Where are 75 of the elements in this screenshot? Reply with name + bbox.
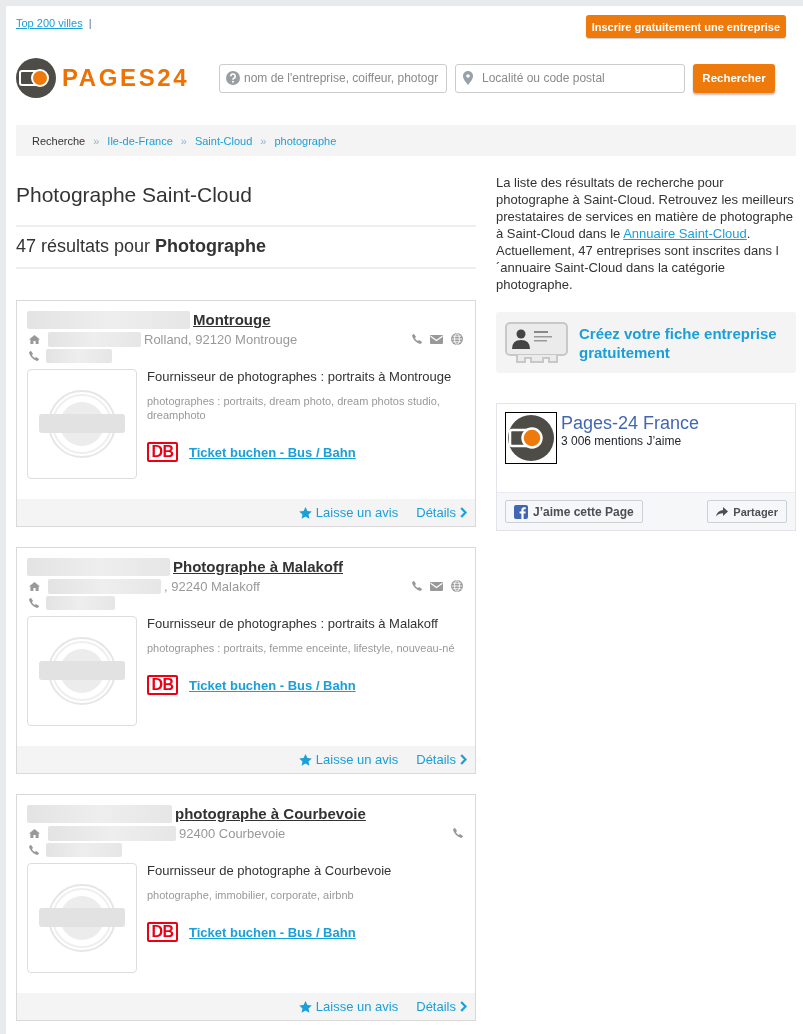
directory-link[interactable]: Annuaire Saint-Cloud [623,226,747,241]
tags-text: photographes : portraits, dream photo, dream photos studio, dreamphoto [147,394,441,422]
review-link[interactable]: Laisse un avis [298,999,399,1014]
facebook-icon [514,504,528,519]
details-link[interactable]: Détails [416,752,467,767]
chevron-right-icon [460,754,467,765]
phone-icon [29,351,39,361]
description-text: Fournisseur de photographe à Courbevoie [147,863,393,879]
search-field[interactable]: nom de l'entreprise, coiffeur, photogr [219,63,447,93]
phone-icon[interactable] [412,334,422,344]
envelope-icon[interactable] [430,334,443,344]
search-button[interactable]: Rechercher [693,63,775,93]
star-icon [298,506,312,519]
home-icon [29,581,40,591]
create-listing-banner[interactable]: Créez votre fiche entreprise gratuitement [496,312,796,373]
ticket-link[interactable]: Ticket buchen - Bus / Bahn [189,444,356,460]
page-logo-icon[interactable] [505,412,557,464]
ticket-link[interactable]: Ticket buchen - Bus / Bahn [189,677,356,693]
phone-icon [29,598,39,608]
breadcrumb-separator: » [180,134,187,147]
intro-paragraph: La liste des résultats de recherche pour photographe à Saint-Cloud. Retrouvez les meilleurs prestataires de services en matière de photographe à Saint-Cloud dans le Annuaire Saint-Cloud. Actuellement, 47 entreprises sont inscrites dans l´annuaire Saint-Cloud dans la catégorie photographe. [496,174,795,293]
ticket-link[interactable]: Ticket buchen - Bus / Bahn [189,924,356,940]
redacted-block [46,349,112,363]
page-title: Photographe Saint-Cloud [16,183,253,207]
likes-count-text: 3 006 mentions J’aime [561,434,682,449]
review-link[interactable]: Laisse un avis [298,505,399,520]
db-logo: DB [147,675,178,695]
description-text: Fournisseur de photographes : portraits à Malakoff [147,616,439,632]
chevron-right-icon [460,1001,467,1012]
redacted-block [46,596,115,610]
breadcrumb-separator: » [260,134,267,147]
address-text: 92400 Courbevoie [179,825,286,841]
breadcrumb-link[interactable]: photographe [274,134,337,147]
address-text: Rolland, 92120 Montrouge [144,331,298,347]
business-name-link[interactable]: Photographe à Malakoff [173,558,344,576]
page-name-link[interactable]: Pages-24 France [561,413,700,434]
star-icon [298,753,312,766]
phone-icon [29,845,39,855]
business-card-icon [505,321,568,364]
details-link[interactable]: Détails [416,999,467,1014]
like-page-button[interactable]: J’aime cette Page [505,500,643,523]
business-name-link[interactable]: photographe à Courbevoie [175,805,366,823]
db-logo: DB [147,922,178,942]
help-icon [226,71,240,85]
site-logo[interactable]: PAGES24 [16,58,189,98]
db-logo: DB [147,442,178,462]
tags-text: photographes : portraits, femme enceinte, lifestyle, nouveau-né [147,641,456,655]
description-text: Fournisseur de photographes : portraits à Montrouge [147,369,453,385]
breadcrumb-link[interactable]: Ile-de-France [107,134,173,147]
separator-text: | [88,17,92,30]
location-field[interactable]: Localité ou code postal [455,63,685,93]
details-link[interactable]: Détails [416,505,467,520]
home-icon [29,334,40,344]
envelope-icon[interactable] [430,581,443,591]
top-cities-link[interactable]: Top 200 villes [16,17,83,30]
share-button[interactable]: Partager [707,500,787,523]
chevron-right-icon [460,507,467,518]
results-summary: 47 résultats pour Photographe [16,236,268,256]
phone-icon[interactable] [412,581,422,591]
globe-icon[interactable] [451,333,463,345]
logo-mark-icon [16,58,56,98]
map-pin-icon [463,71,473,85]
star-icon [298,1000,312,1013]
tags-text: photographe, immobilier, corporate, airbnb [147,888,355,902]
breadcrumb-link[interactable]: Saint-Cloud [194,134,253,147]
address-text: , 92240 Malakoff [164,578,260,594]
globe-icon[interactable] [451,580,463,592]
breadcrumb-separator: » [93,134,100,147]
review-link[interactable]: Laisse un avis [298,752,399,767]
register-business-button[interactable]: Inscrire gratuitement une entreprise [585,15,786,38]
share-arrow-icon [716,506,729,517]
home-icon [29,828,40,838]
phone-icon[interactable] [453,828,463,838]
breadcrumb-text: Recherche [32,134,86,147]
business-name-link[interactable]: Montrouge [193,311,271,329]
